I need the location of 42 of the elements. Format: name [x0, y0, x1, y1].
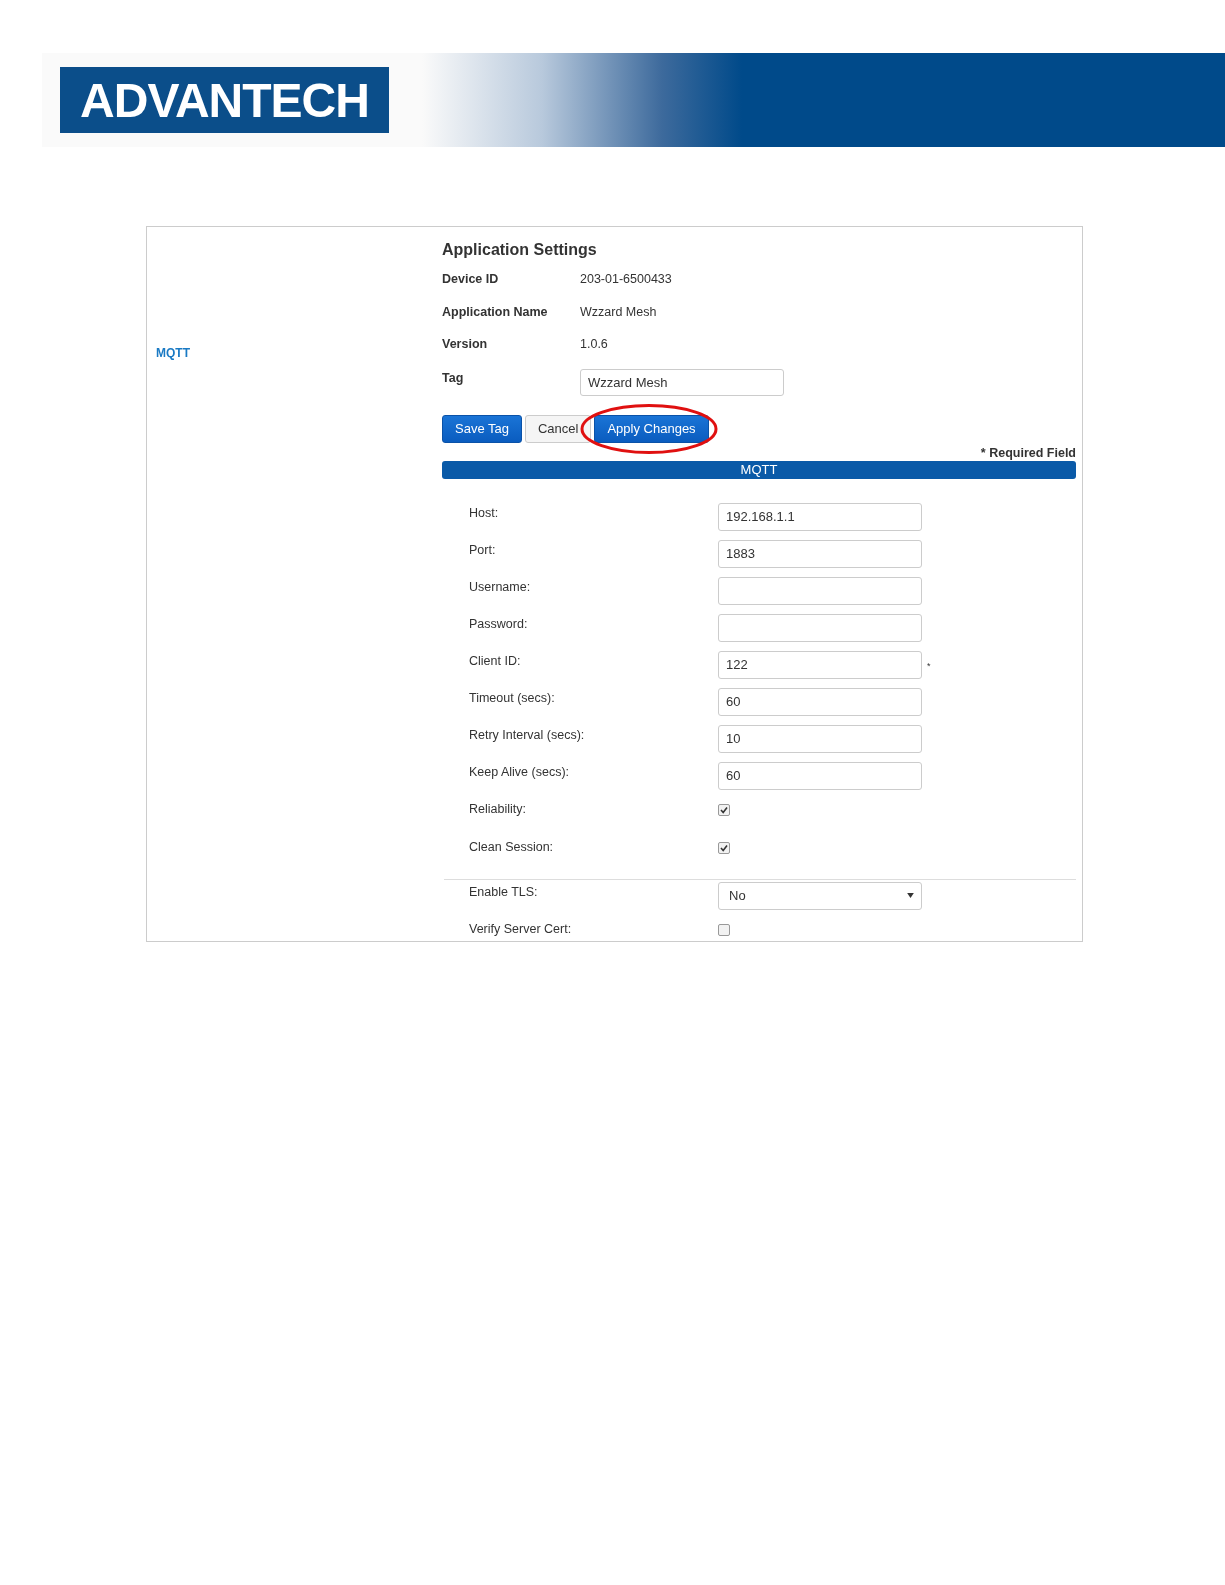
section-title: Application Settings [442, 241, 598, 260]
logo: ADVANTECH [60, 67, 389, 133]
caret-icon [907, 893, 914, 898]
action-button[interactable]: Apply Changes [594, 414, 709, 443]
field-label: Username: [469, 578, 532, 594]
field-label: Clean Session: [469, 838, 555, 854]
tag-field[interactable]: Wzzard Mesh [580, 368, 784, 396]
section-header: MQTT [442, 460, 1076, 479]
field-label: Retry Interval (secs): [469, 726, 586, 742]
tag-label: Tag [442, 370, 465, 385]
select-field[interactable]: No [718, 881, 922, 910]
input-field[interactable]: 122 [718, 650, 922, 679]
field-label: Keep Alive (secs): [469, 763, 571, 779]
info-value: Wzzard Mesh [580, 304, 657, 319]
input-field[interactable]: 192.168.1.1 [718, 502, 922, 531]
field-label: Password: [469, 615, 529, 631]
info-label: Device ID [442, 272, 500, 287]
input-field[interactable]: 60 [718, 687, 922, 716]
checkbox[interactable] [718, 803, 730, 816]
input-field[interactable]: 10 [718, 724, 922, 753]
info-value: 1.0.6 [580, 337, 608, 352]
info-label: Version [442, 337, 489, 352]
input-field[interactable]: 60 [718, 761, 922, 790]
info-label: Application Name [442, 304, 549, 319]
sidebar-link[interactable]: MQTT [156, 346, 190, 360]
checkbox[interactable] [718, 923, 730, 936]
checkbox[interactable] [718, 841, 730, 854]
field-label: Verify Server Cert: [469, 920, 573, 936]
field-label: Timeout (secs): [469, 689, 556, 705]
action-button[interactable]: Cancel [524, 414, 592, 443]
field-label: Enable TLS: [469, 883, 539, 899]
required-note: * Required Field [979, 445, 1076, 461]
field-label: Host: [469, 504, 500, 520]
info-value: 203-01-6500433 [580, 272, 672, 287]
required-mark: * [927, 660, 931, 671]
input-field[interactable] [718, 613, 922, 642]
field-label: Port: [469, 541, 497, 557]
input-field[interactable]: 1883 [718, 539, 922, 568]
field-label: Reliability: [469, 800, 527, 816]
input-field[interactable] [718, 576, 922, 605]
action-button[interactable]: Save Tag [442, 414, 522, 443]
field-label: Client ID: [469, 652, 522, 668]
